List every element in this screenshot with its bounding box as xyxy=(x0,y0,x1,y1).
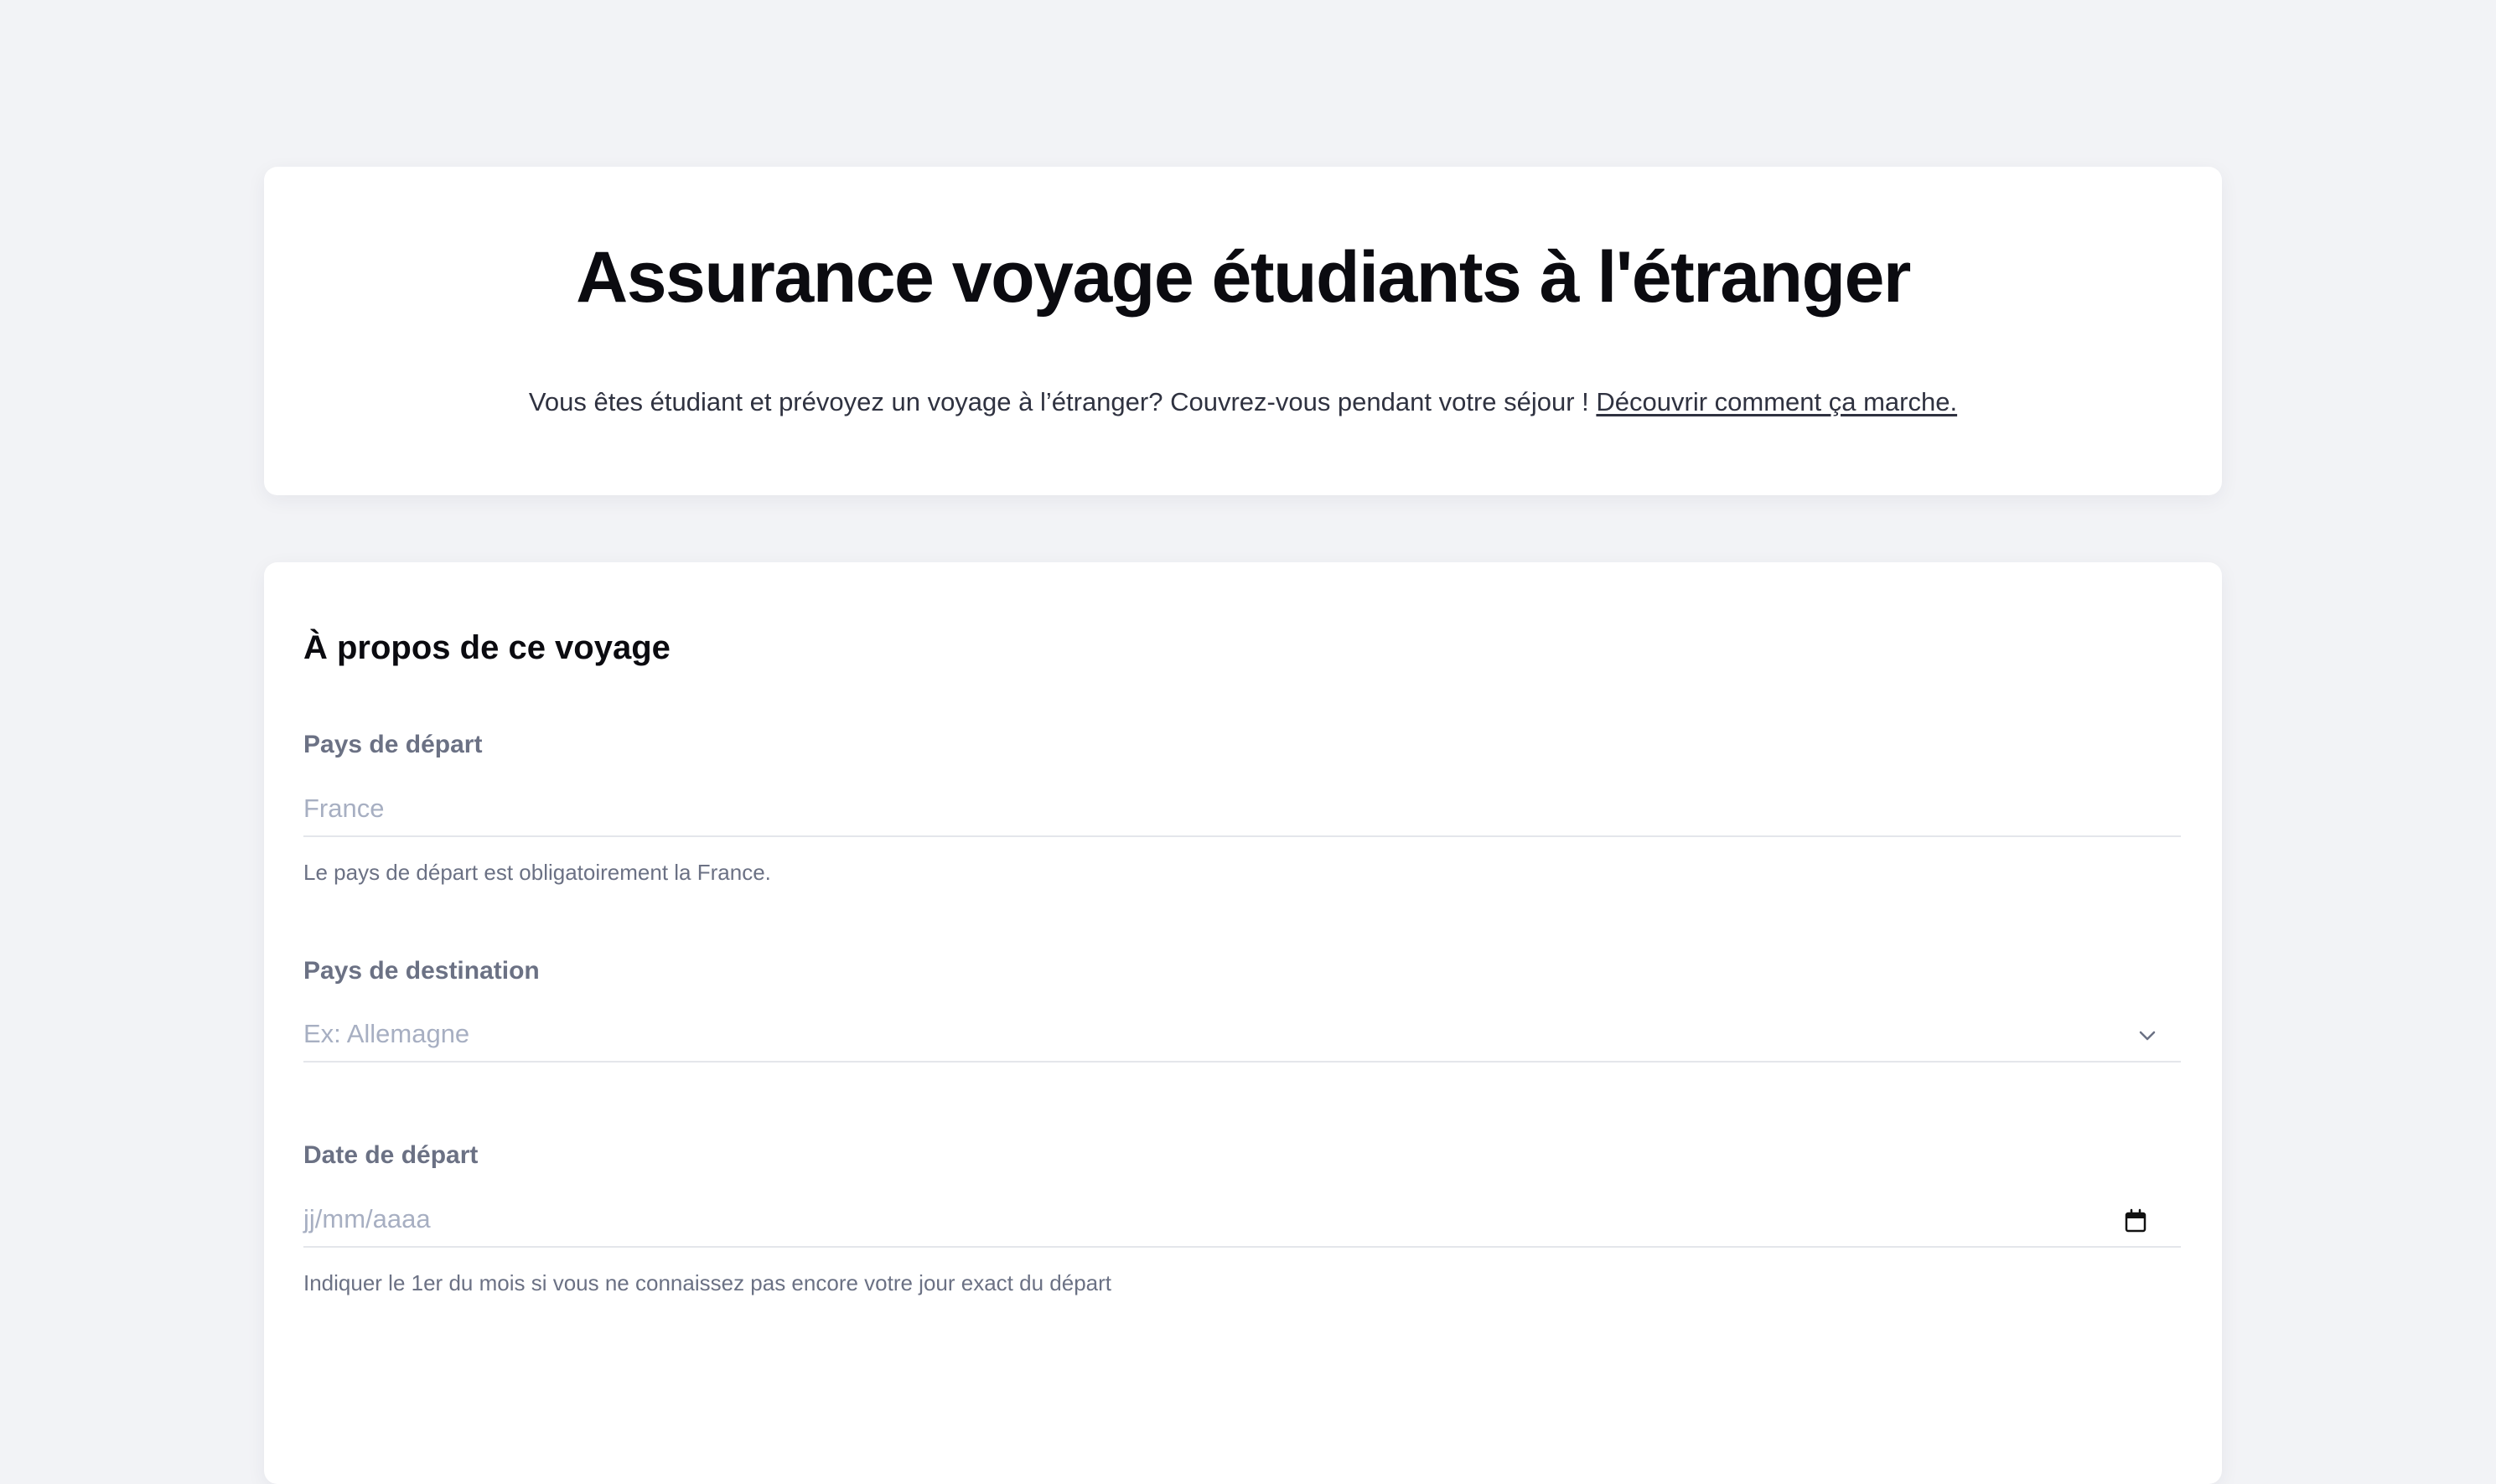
how-it-works-link[interactable]: Découvrir comment ça marche. xyxy=(1596,387,1957,416)
departure-country-help: Le pays de départ est obligatoirement la… xyxy=(303,860,771,885)
destination-country-placeholder: Ex: Allemagne xyxy=(303,1019,470,1048)
section-title: À propos de ce voyage xyxy=(303,629,671,666)
calendar-icon[interactable] xyxy=(2124,1208,2147,1233)
departure-date-help: Indiquer le 1er du mois si vous ne conna… xyxy=(303,1270,1111,1295)
departure-date-label: Date de départ xyxy=(303,1141,479,1169)
destination-country-select[interactable]: Ex: Allemagne xyxy=(303,1007,2181,1063)
hero-subtitle: Vous êtes étudiant et prévoyez un voyage… xyxy=(264,385,2222,419)
hero-subtitle-text: Vous êtes étudiant et prévoyez un voyage… xyxy=(528,387,1597,416)
departure-date-input[interactable]: jj/mm/aaaa xyxy=(303,1192,2181,1248)
hero-card: Assurance voyage étudiants à l'étranger … xyxy=(264,167,2222,495)
departure-country-value: France xyxy=(303,794,385,823)
chevron-down-icon[interactable] xyxy=(2137,1027,2157,1044)
page-title: Assurance voyage étudiants à l'étranger xyxy=(576,237,1911,318)
destination-country-label: Pays de destination xyxy=(303,957,540,985)
departure-country-label: Pays de départ xyxy=(303,731,483,758)
departure-date-placeholder: jj/mm/aaaa xyxy=(303,1204,431,1233)
trip-form-card: À propos de ce voyage Pays de départ Fra… xyxy=(264,562,2222,1484)
departure-country-field: France xyxy=(303,782,2181,837)
